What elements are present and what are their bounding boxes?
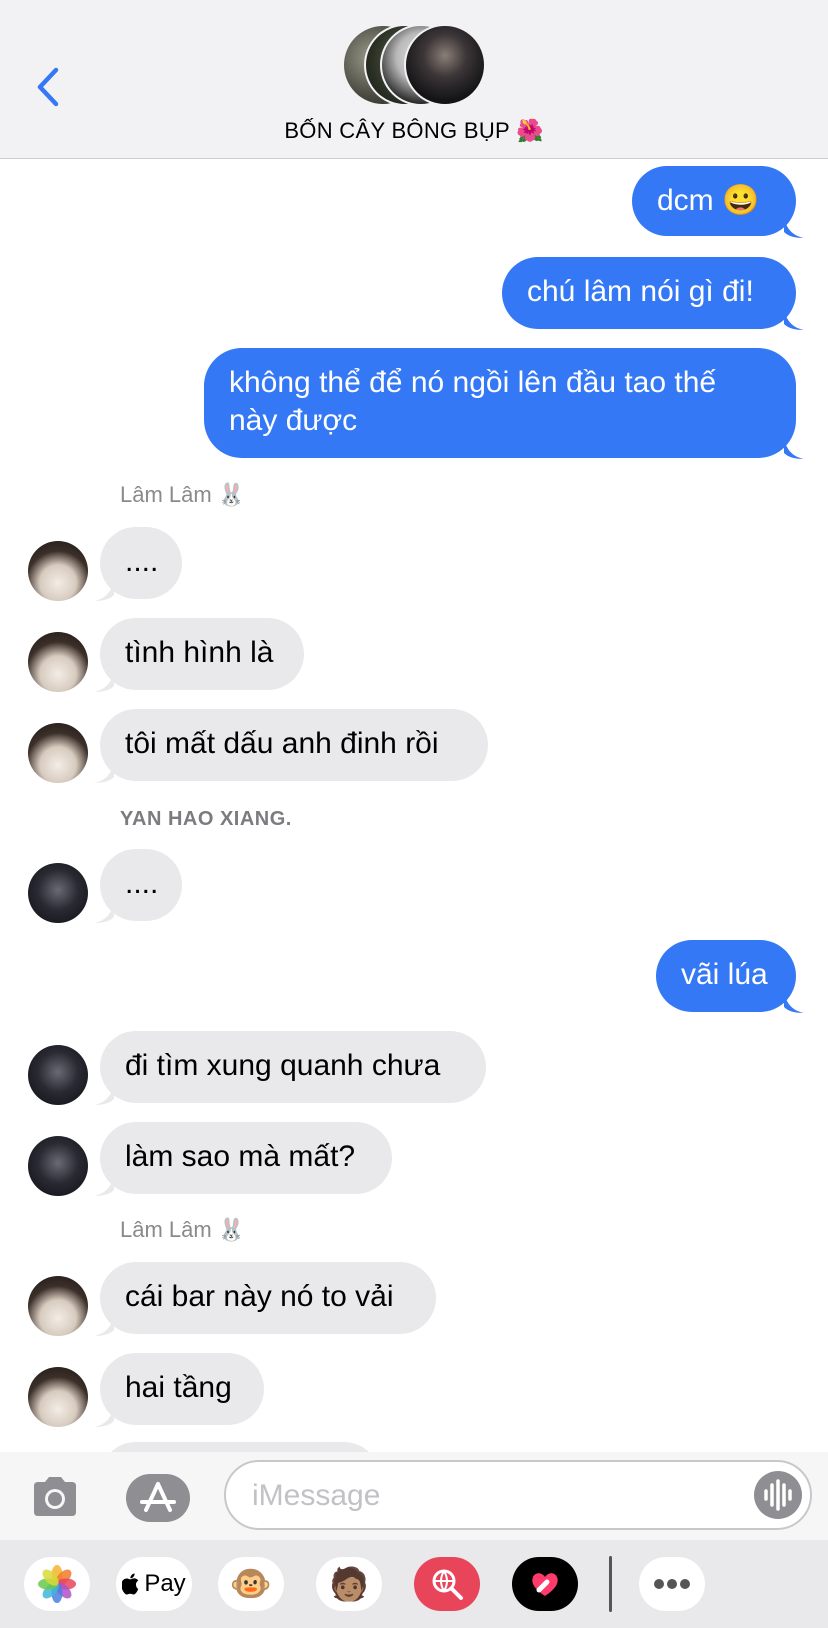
sender-name: YAN HAO XIANG.: [120, 808, 292, 830]
heart-touch-icon: [532, 1573, 558, 1596]
message-text: ....: [125, 867, 159, 900]
bubble-tail: [94, 1083, 114, 1105]
conversation-title-text: BỐN CÂY BÔNG BỤP: [284, 118, 510, 143]
message-text: hai tầng: [125, 1371, 232, 1404]
avatar-yan-hao-xiang[interactable]: [28, 863, 88, 923]
more-icon: [654, 1579, 690, 1589]
message-bubble-outgoing[interactable]: dcm 😀: [632, 166, 796, 236]
message-bubble-outgoing[interactable]: chú lâm nói gì đi!: [502, 257, 796, 329]
avatar-lam-lam[interactable]: [28, 723, 88, 783]
app-store-button[interactable]: [126, 1474, 190, 1522]
camera-button[interactable]: [30, 1474, 80, 1518]
conversation-header: BỐN CÂY BÔNG BỤP 🌺: [0, 0, 828, 159]
avatar-yan-hao-xiang[interactable]: [28, 1045, 88, 1105]
message-bubble-incoming[interactable]: hai tầng: [100, 1353, 264, 1425]
message-text: ....: [125, 545, 159, 578]
bubble-tail: [784, 991, 804, 1013]
apple-pay-label: Pay: [144, 1570, 186, 1597]
globe-search-icon: [432, 1569, 463, 1600]
message-bubble-outgoing[interactable]: không thể để nó ngồi lên đầu tao thế này…: [204, 348, 796, 458]
images-search-button[interactable]: [414, 1557, 480, 1611]
bubble-tail: [94, 1174, 114, 1196]
bubble-tail: [784, 437, 804, 459]
group-avatars[interactable]: [342, 24, 488, 108]
message-text: vãi lúa: [681, 958, 768, 991]
sender-name: Lâm Lâm 🐰: [120, 482, 246, 507]
bubble-tail: [94, 761, 114, 783]
message-bubble-outgoing[interactable]: vãi lúa: [656, 940, 796, 1012]
message-bubble-incoming[interactable]: tình hình là: [100, 618, 304, 690]
chevron-left-icon: [37, 67, 59, 107]
avatar-lam-lam[interactable]: [28, 541, 88, 601]
sender-name: Lâm Lâm 🐰: [120, 1217, 246, 1242]
photos-app-button[interactable]: [24, 1557, 90, 1611]
message-bubble-incoming[interactable]: cái bar này nó to vải: [100, 1262, 436, 1334]
avatar-yan-hao-xiang[interactable]: [28, 1136, 88, 1196]
apple-pay-button[interactable]: Pay: [116, 1557, 192, 1611]
hibiscus-emoji: 🌺: [515, 118, 544, 143]
voice-message-button[interactable]: [754, 1471, 802, 1519]
message-text: dcm 😀: [657, 184, 760, 217]
apple-icon: [122, 1573, 139, 1595]
imessage-field[interactable]: [224, 1460, 812, 1530]
input-bar: [0, 1452, 828, 1540]
app-drawer: Pay 🐵 🧑🏽: [0, 1540, 828, 1628]
bubble-tail: [94, 670, 114, 692]
monkey-icon: 🐵: [229, 1565, 273, 1603]
app-drawer-divider: [609, 1556, 612, 1612]
conversation-title[interactable]: BỐN CÂY BÔNG BỤP 🌺: [0, 118, 828, 144]
app-store-icon: [140, 1482, 176, 1512]
bubble-tail: [94, 901, 114, 923]
message-list[interactable]: dcm 😀 chú lâm nói gì đi! không thể để nó…: [0, 160, 828, 1452]
message-text: đi tìm xung quanh chưa: [125, 1049, 441, 1082]
more-apps-button[interactable]: [639, 1557, 705, 1611]
bubble-tail: [784, 308, 804, 330]
back-button[interactable]: [30, 62, 66, 112]
bubble-tail: [94, 579, 114, 601]
animoji-button[interactable]: 🐵: [218, 1557, 284, 1611]
bubble-tail: [94, 1405, 114, 1427]
message-input[interactable]: [250, 1474, 734, 1518]
message-text-line: không thể để nó ngồi lên đầu tao thế: [229, 366, 717, 399]
message-bubble-incoming[interactable]: tôi mất dấu anh đinh rồi: [100, 709, 488, 781]
avatar-lam-lam[interactable]: [28, 632, 88, 692]
message-bubble-incoming-partial[interactable]: [100, 1442, 380, 1452]
message-text-line: này được: [229, 404, 358, 437]
memoji-button[interactable]: 🧑🏽: [316, 1557, 382, 1611]
message-text: tôi mất dấu anh đinh rồi: [125, 727, 439, 760]
message-text: cái bar này nó to vải: [125, 1280, 394, 1313]
group-member-avatar: [404, 24, 486, 106]
waveform-icon: [764, 1479, 792, 1511]
message-bubble-incoming[interactable]: làm sao mà mất?: [100, 1122, 392, 1194]
camera-icon: [34, 1477, 76, 1516]
message-text: tình hình là: [125, 636, 274, 669]
avatar-lam-lam[interactable]: [28, 1367, 88, 1427]
bubble-tail: [94, 1314, 114, 1336]
message-bubble-incoming[interactable]: đi tìm xung quanh chưa: [100, 1031, 486, 1103]
bubble-tail: [784, 216, 804, 238]
digital-touch-button[interactable]: [512, 1557, 578, 1611]
memoji-icon: 🧑🏽: [329, 1566, 369, 1602]
message-text: làm sao mà mất?: [125, 1140, 356, 1173]
photos-icon: [38, 1565, 76, 1603]
message-text: chú lâm nói gì đi!: [527, 275, 754, 308]
avatar-lam-lam[interactable]: [28, 1276, 88, 1336]
